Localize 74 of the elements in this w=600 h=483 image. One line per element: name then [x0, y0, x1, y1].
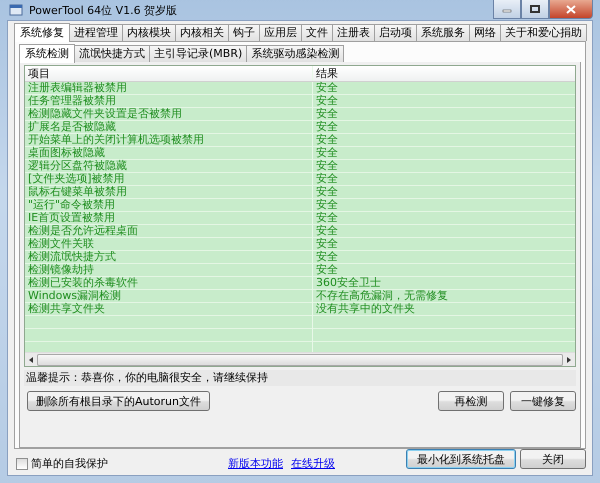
table-cell: 检测隐藏文件夹设置是否被禁用	[25, 108, 313, 120]
table-cell-text: 安全	[315, 199, 338, 211]
table-cell-text: 安全	[315, 251, 338, 263]
table-cell-text: 安全	[315, 173, 338, 185]
table-cell-text: 安全	[315, 108, 338, 120]
table-cell-text: 安全	[315, 147, 338, 159]
tab[interactable]: 启动项	[374, 24, 417, 41]
table-cell: "运行"命令被禁用	[25, 199, 313, 211]
horizontal-scrollbar[interactable]	[25, 352, 575, 366]
tab[interactable]: 系统服务	[416, 24, 470, 41]
action-button[interactable]: 一键修复	[510, 391, 576, 411]
scroll-left-icon[interactable]	[28, 356, 34, 364]
table-cell: [文件夹选项]被禁用	[25, 173, 313, 185]
table-cell: IE首页设置被禁用	[25, 212, 313, 224]
table-cell: 检测文件关联	[25, 238, 313, 250]
table-cell-text: 安全	[315, 82, 338, 94]
table-cell-text: 安全	[315, 95, 338, 107]
link[interactable]: 新版本功能	[228, 456, 283, 471]
table-cell-text: 安全	[315, 238, 338, 250]
table-cell: 扩展名是否被隐藏	[25, 121, 313, 133]
table-cell-text: 安全	[315, 264, 338, 276]
app-icon	[9, 3, 23, 17]
status-message: 温馨提示：恭喜你，你的电脑很安全，请继续保持	[24, 370, 576, 386]
tab[interactable]: 系统修复	[14, 23, 70, 42]
close-icon	[566, 4, 576, 14]
table-cell-text: 360安全卫士	[315, 277, 381, 289]
close-window-button[interactable]: 关闭	[520, 449, 586, 469]
table-cell: 桌面图标被隐藏	[25, 147, 313, 159]
table-cell: 检测是否允许远程桌面	[25, 225, 313, 237]
table-cell: Windows漏洞检测	[25, 290, 313, 302]
link[interactable]: 在线升级	[291, 456, 335, 471]
table-cell-text: 没有共享中的文件夹	[315, 303, 415, 315]
table-cell: 检测共享文件夹	[25, 303, 313, 315]
tab[interactable]: 内核模块	[122, 24, 176, 41]
table-cell: 开始菜单上的关闭计算机选项被禁用	[25, 134, 313, 146]
tab[interactable]: 关于和爱心捐助	[500, 24, 587, 41]
tab[interactable]: 流氓快捷方式	[74, 45, 150, 62]
table-cell-text: 安全	[315, 134, 338, 146]
table-cell-text: 安全	[315, 212, 338, 224]
tab[interactable]: 进程管理	[69, 24, 123, 41]
checkbox-label[interactable]: 简单的自我保护	[31, 456, 108, 471]
table-cell: 检测流氓快捷方式	[25, 251, 313, 263]
tab[interactable]: 文件	[301, 24, 333, 41]
scrollbar-thumb[interactable]	[37, 354, 563, 366]
tab[interactable]: 钩子	[228, 24, 260, 41]
maximize-button[interactable]	[521, 0, 549, 19]
table-cell-text: 安全	[315, 121, 338, 133]
column-header[interactable]: 项目	[25, 66, 313, 81]
window-title: PowerTool 64位 V1.6 贺岁版	[29, 2, 178, 18]
table-cell-text: 安全	[315, 225, 338, 237]
tab[interactable]: 主引导记录(MBR)	[149, 45, 248, 62]
minimize-to-tray-button[interactable]: 最小化到系统托盘	[406, 449, 516, 469]
tab[interactable]: 网络	[469, 24, 501, 41]
close-button[interactable]	[549, 0, 593, 19]
action-button[interactable]: 删除所有根目录下的Autorun文件	[27, 391, 210, 411]
column-header[interactable]: 结果	[313, 66, 338, 81]
tab[interactable]: 系统检测	[19, 44, 75, 63]
table-cell: 逻辑分区盘符被隐藏	[25, 160, 313, 172]
table-cell: 注册表编辑器被禁用	[25, 82, 313, 94]
table-cell-text: 不存在高危漏洞，无需修复	[315, 290, 448, 302]
tab[interactable]: 应用层	[259, 24, 302, 41]
action-button[interactable]: 再检测	[438, 391, 504, 411]
table-cell: 检测已安装的杀毒软件	[25, 277, 313, 289]
tab[interactable]: 内核相关	[175, 24, 229, 41]
table-cell: 鼠标右键菜单被禁用	[25, 186, 313, 198]
table-cell-text: 安全	[315, 160, 338, 172]
maximize-icon	[530, 5, 540, 13]
scroll-right-icon[interactable]	[566, 356, 572, 364]
table-cell: 任务管理器被禁用	[25, 95, 313, 107]
table-cell-text: 安全	[315, 186, 338, 198]
table-cell: 检测镜像劫持	[25, 264, 313, 276]
checkbox[interactable]	[16, 458, 28, 470]
tab[interactable]: 系统驱动感染检测	[246, 45, 344, 62]
tab[interactable]: 注册表	[332, 24, 375, 41]
